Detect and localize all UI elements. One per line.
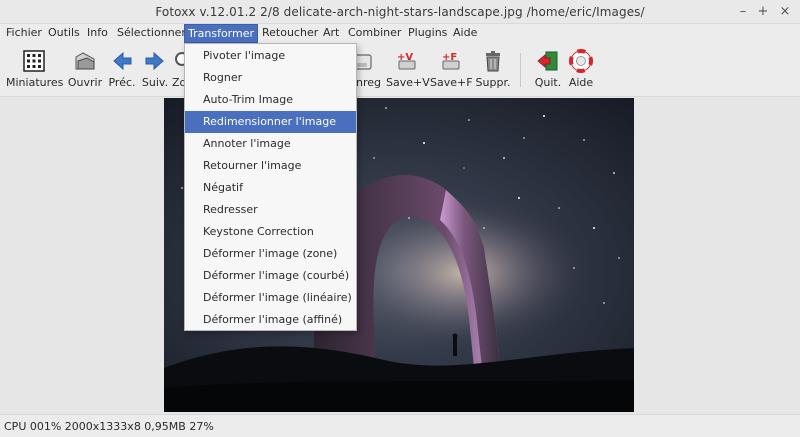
menu-item-deformer-lineaire[interactable]: Déformer l'image (linéaire) [185, 287, 356, 309]
menu-item-redimensionner[interactable]: Redimensionner l'image [185, 111, 356, 133]
menu-bar: Fichier Outils Info Sélectionner Transfo… [0, 24, 800, 43]
ouvrir-label: Ouvrir [67, 76, 103, 89]
menu-item-auto-trim[interactable]: Auto-Trim Image [185, 89, 356, 111]
exit-icon [537, 51, 558, 71]
menu-item-deformer-affine[interactable]: Déformer l'image (affiné) [185, 309, 356, 331]
menu-selectionner[interactable]: Sélectionner [114, 24, 189, 43]
menu-art[interactable]: Art [320, 24, 342, 43]
delete-button[interactable]: Suppr. [474, 47, 512, 93]
arrow-left-icon [113, 51, 132, 71]
close-button[interactable]: × [776, 3, 794, 21]
menu-outils[interactable]: Outils [45, 24, 83, 43]
menu-fichier[interactable]: Fichier [3, 24, 45, 43]
miniatures-button[interactable]: Miniatures [6, 47, 64, 93]
svg-text:+V: +V [397, 52, 413, 63]
maximize-button[interactable]: + [754, 3, 772, 21]
menu-retoucher[interactable]: Retoucher [259, 24, 321, 43]
menu-item-keystone[interactable]: Keystone Correction [185, 221, 356, 243]
toolbar-separator [520, 53, 521, 87]
save-v-button[interactable]: +V Save+V [386, 47, 430, 93]
transformer-menu: Pivoter l'image Rogner Auto-Trim Image R… [184, 43, 357, 331]
menu-aide[interactable]: Aide [450, 24, 480, 43]
menu-item-deformer-courbe[interactable]: Déformer l'image (courbé) [185, 265, 356, 287]
menu-item-pivoter[interactable]: Pivoter l'image [185, 45, 356, 67]
save-f-button[interactable]: +F Save+F [430, 47, 473, 93]
quit-button[interactable]: Quit. [534, 47, 562, 93]
menu-transformer[interactable]: Transformer [184, 24, 259, 43]
prev-label: Préc. [108, 76, 136, 89]
svg-text:+F: +F [442, 52, 457, 63]
help-label: Aide [568, 76, 594, 89]
save-icon [357, 54, 372, 70]
next-label: Suiv. [141, 76, 169, 89]
help-button[interactable]: Aide [566, 47, 596, 93]
save-button[interactable]: nreg. [357, 47, 381, 93]
menu-item-retourner[interactable]: Retourner l'image [185, 155, 356, 177]
menu-combiner[interactable]: Combiner [345, 24, 404, 43]
menu-item-redresser[interactable]: Redresser [185, 199, 356, 221]
title-bar: Fotoxx v.12.01.2 2/8 delicate-arch-night… [0, 0, 800, 24]
ouvrir-button[interactable]: Ouvrir [66, 47, 104, 93]
quit-label: Quit. [534, 76, 562, 89]
save-file-icon: +F [442, 52, 460, 70]
trash-icon [486, 51, 500, 72]
menu-item-negatif[interactable]: Négatif [185, 177, 356, 199]
minimize-button[interactable]: – [734, 3, 752, 21]
save-version-icon: +V [397, 52, 416, 70]
miniatures-label: Miniatures [6, 76, 64, 89]
menu-plugins[interactable]: Plugins [405, 24, 450, 43]
save-f-label: Save+F [430, 76, 473, 89]
window-title: Fotoxx v.12.01.2 2/8 delicate-arch-night… [155, 5, 645, 19]
save-v-label: Save+V [386, 76, 430, 89]
status-bar: CPU 001% 2000x1333x8 0,95MB 27% [0, 414, 800, 437]
thumbnails-icon [23, 50, 45, 72]
arrow-right-icon [145, 51, 164, 71]
open-folder-icon [75, 52, 95, 70]
menu-item-rogner[interactable]: Rogner [185, 67, 356, 89]
toolbar: Miniatures Ouvrir Préc. Suiv. Zo nreg. [0, 43, 800, 97]
menu-item-deformer-zone[interactable]: Déformer l'image (zone) [185, 243, 356, 265]
delete-label: Suppr. [475, 76, 511, 89]
menu-item-annoter[interactable]: Annoter l'image [185, 133, 356, 155]
status-text: CPU 001% 2000x1333x8 0,95MB 27% [4, 420, 214, 433]
menu-info[interactable]: Info [84, 24, 111, 43]
save-label: nreg. [357, 76, 381, 89]
prev-button[interactable]: Préc. [106, 47, 138, 93]
lifebuoy-icon [569, 49, 593, 73]
image-viewport[interactable] [0, 98, 800, 414]
next-button[interactable]: Suiv. [139, 47, 171, 93]
